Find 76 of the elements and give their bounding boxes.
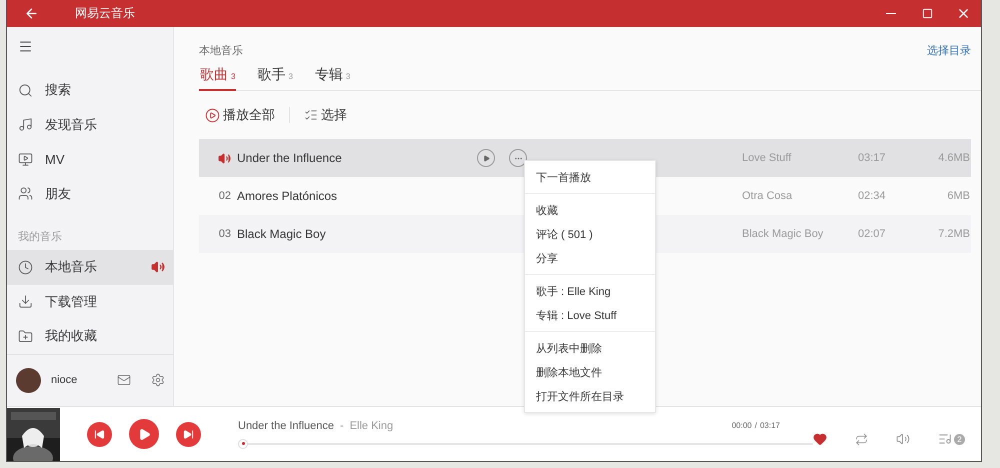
song-title[interactable]: Under the Influence	[237, 151, 477, 165]
queue-count: 2	[954, 434, 965, 444]
sidebar-item[interactable]: 我的收藏	[7, 319, 173, 354]
select-button[interactable]: 选择	[304, 106, 347, 124]
menu-item[interactable]: 打开文件所在目录	[525, 384, 655, 408]
track-number: 02	[218, 190, 232, 202]
sidebar-item[interactable]: 搜索	[7, 73, 173, 108]
speaker-icon	[151, 260, 165, 274]
section-label: 我的音乐	[17, 230, 63, 246]
mail-icon[interactable]	[117, 373, 131, 388]
previous-icon	[94, 428, 105, 440]
play-icon	[482, 154, 490, 162]
elapsed-time: 00:00	[732, 421, 752, 430]
playlist-icon[interactable]	[938, 432, 952, 446]
menu-item[interactable]: 分享	[525, 246, 655, 270]
duration: 03:17	[858, 152, 887, 164]
settings-icon[interactable]	[151, 373, 165, 388]
menu-item[interactable]: 收藏	[525, 198, 655, 222]
maximize-icon	[922, 8, 932, 19]
avatar[interactable]	[16, 368, 41, 393]
song-title[interactable]: Black Magic Boy	[237, 227, 477, 241]
file-size: 6MB	[946, 190, 970, 202]
checklist-icon	[304, 108, 318, 122]
sidebar-item-icon	[18, 82, 33, 98]
play-button[interactable]	[129, 419, 159, 449]
progress-thumb[interactable]	[238, 438, 248, 448]
album-name: Black Magic Boy	[742, 228, 824, 240]
menu-item[interactable]: 删除本地文件	[525, 360, 655, 384]
like-icon[interactable]	[813, 432, 827, 446]
track-number: 03	[218, 228, 232, 240]
volume-icon[interactable]	[896, 432, 910, 446]
window-title: 网易云音乐	[75, 5, 135, 22]
file-size: 4.6MB	[937, 152, 970, 164]
next-button[interactable]	[176, 422, 201, 446]
sidebar-item-icon	[18, 186, 33, 202]
time-separator: /	[754, 421, 757, 430]
menu-icon[interactable]	[18, 39, 33, 54]
total-time: 03:17	[760, 421, 780, 430]
sidebar-item-icon	[18, 152, 33, 167]
menu-item[interactable]: 歌手 : Elle King	[525, 279, 655, 303]
sidebar-item[interactable]: 发现音乐	[7, 108, 173, 142]
tab[interactable]: 专辑 3	[314, 66, 352, 91]
sidebar-item-icon	[18, 294, 33, 310]
play-all-button[interactable]: 播放全部	[205, 106, 275, 124]
tab[interactable]: 歌手 3	[256, 66, 294, 91]
previous-button[interactable]	[87, 422, 112, 446]
user-name: nioce	[51, 374, 78, 386]
menu-item[interactable]: 从列表中删除	[525, 336, 655, 360]
menu-item[interactable]: 评论 ( 501 )	[525, 222, 655, 246]
separator: -	[340, 420, 344, 432]
now-playing-title: Under the Influence	[238, 420, 334, 432]
sidebar-item[interactable]: 朋友	[7, 176, 173, 212]
play-icon	[138, 428, 150, 440]
next-icon	[183, 428, 194, 440]
sidebar-item[interactable]: 下载管理	[7, 284, 173, 320]
duration: 02:34	[858, 190, 887, 202]
file-size: 7.2MB	[937, 228, 970, 240]
sidebar-item-icon	[18, 260, 33, 275]
sidebar-item-icon	[18, 117, 33, 132]
play-circle-icon	[205, 108, 220, 122]
album-name: Otra Cosa	[742, 190, 794, 202]
album-name: Love Stuff	[742, 152, 792, 164]
tab[interactable]: 歌曲 3	[199, 66, 236, 91]
choose-folder-link[interactable]: 选择目录	[927, 43, 971, 58]
minimize-icon	[886, 13, 896, 14]
page-title: 本地音乐	[199, 44, 243, 58]
menu-item[interactable]: 下一首播放	[525, 165, 655, 189]
duration: 02:07	[858, 228, 887, 240]
sidebar-item[interactable]: MV	[7, 142, 173, 177]
menu-item[interactable]: 专辑 : Love Stuff	[525, 303, 655, 327]
sidebar-item[interactable]: 本地音乐	[7, 250, 173, 285]
song-title[interactable]: Amores Platónicos	[237, 189, 477, 203]
sidebar-item-icon	[18, 328, 33, 344]
loop-icon[interactable]	[855, 432, 868, 446]
play-button[interactable]	[477, 149, 495, 167]
now-playing-artist: Elle King	[350, 420, 394, 432]
